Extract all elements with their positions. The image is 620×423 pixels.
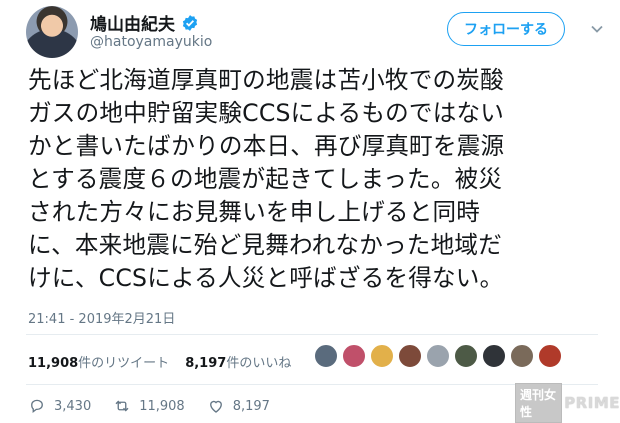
retweet-stat[interactable]: 11,908件のリツイート bbox=[28, 352, 169, 371]
avatar[interactable] bbox=[26, 6, 78, 58]
liker-avatar[interactable] bbox=[510, 344, 534, 368]
liker-avatar[interactable] bbox=[314, 344, 338, 368]
liker-avatars bbox=[314, 344, 562, 368]
action-bar: 3,430 11,908 8,197 bbox=[28, 397, 292, 415]
user-name-row[interactable]: 鳩山由紀夫 bbox=[90, 10, 199, 35]
watermark-logo: 週刊女性 PRIME bbox=[515, 383, 620, 423]
like-button[interactable]: 8,197 bbox=[207, 397, 270, 415]
follow-button[interactable]: フォローする bbox=[447, 12, 565, 46]
retweet-icon bbox=[115, 400, 129, 412]
liker-avatar[interactable] bbox=[454, 344, 478, 368]
display-name[interactable]: 鳩山由紀夫 bbox=[90, 10, 175, 35]
like-count: 8,197 bbox=[232, 398, 270, 414]
retweet-count: 11,908 bbox=[139, 398, 185, 414]
tweet-line: かと書いたばかりの本日、再び厚真町を震源 bbox=[28, 132, 505, 160]
reply-button[interactable]: 3,430 bbox=[28, 397, 91, 415]
tweet-line: けに、CCSによる人災と呼ばざるを得ない。 bbox=[28, 264, 504, 292]
retweet-stat-count: 11,908 bbox=[28, 356, 79, 371]
tweet-line: 先ほど北海道厚真町の地震は苫小牧での炭酸 bbox=[28, 66, 504, 94]
like-stat-count: 8,197 bbox=[185, 356, 227, 371]
reply-icon bbox=[31, 399, 43, 413]
chevron-down-icon[interactable] bbox=[590, 22, 604, 36]
tweet-line: された方々にお見舞いを申し上げると同時 bbox=[28, 198, 481, 226]
like-stat-label: 件のいいね bbox=[226, 356, 292, 371]
liker-avatar[interactable] bbox=[538, 344, 562, 368]
user-handle[interactable]: @hatoyamayukio bbox=[90, 34, 212, 50]
watermark-part1: 週刊女性 bbox=[515, 383, 563, 423]
liker-avatar[interactable] bbox=[370, 344, 394, 368]
liker-avatar[interactable] bbox=[398, 344, 422, 368]
liker-avatar[interactable] bbox=[426, 344, 450, 368]
retweet-stat-label: 件のリツイート bbox=[78, 356, 170, 371]
retweet-button[interactable]: 11,908 bbox=[113, 397, 185, 415]
divider bbox=[26, 334, 598, 335]
verified-badge-icon bbox=[182, 14, 198, 31]
heart-icon bbox=[209, 400, 222, 413]
tweet-line: ガスの地中貯留実験CCSによるものではない bbox=[28, 99, 505, 127]
like-stat[interactable]: 8,197件のいいね bbox=[185, 352, 291, 371]
watermark-part2: PRIME bbox=[564, 394, 620, 412]
liker-avatar[interactable] bbox=[342, 344, 366, 368]
reply-count: 3,430 bbox=[54, 398, 92, 414]
tweet-text: 先ほど北海道厚真町の地震は苫小牧での炭酸 ガスの地中貯留実験CCSによるものでは… bbox=[28, 64, 608, 295]
divider bbox=[26, 384, 598, 385]
tweet-line: に、本来地震に殆ど見舞われなかった地域だ bbox=[28, 231, 502, 259]
tweet-timestamp[interactable]: 21:41 - 2019年2月21日 bbox=[28, 308, 175, 327]
tweet-line: とする震度６の地震が起きてしまった。被災 bbox=[28, 165, 503, 193]
engagement-stats: 11,908件のリツイート 8,197件のいいね bbox=[28, 352, 291, 371]
liker-avatar[interactable] bbox=[482, 344, 506, 368]
